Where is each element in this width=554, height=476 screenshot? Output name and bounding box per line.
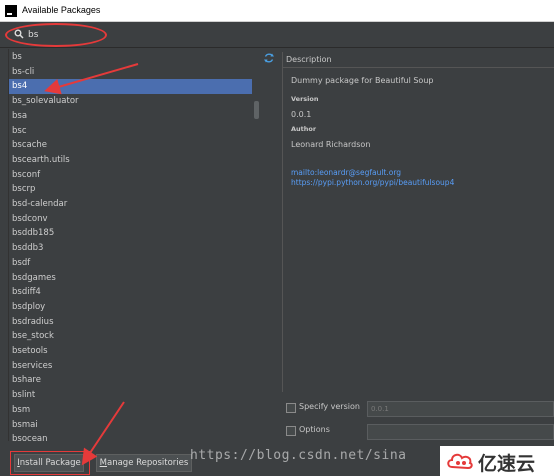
author-value: Leonard Richardson	[291, 140, 371, 149]
pycharm-icon	[5, 5, 17, 17]
install-label: nstall Package	[19, 458, 81, 468]
window-title: Available Packages	[22, 5, 101, 15]
options-input[interactable]	[367, 424, 554, 440]
manage-repositories-button[interactable]: Manage Repositories	[96, 454, 192, 472]
package-list-item[interactable]: bsc	[9, 124, 261, 139]
description-header: Description	[283, 52, 554, 68]
description-panel: Description Dummy package for Beautiful …	[282, 52, 554, 392]
package-list-item[interactable]: bsddb3	[9, 241, 261, 256]
title-bar: Available Packages	[0, 0, 554, 22]
package-list-item[interactable]: bs_solevaluator	[9, 94, 261, 109]
watermark-url: https://blog.csdn.net/sina	[190, 448, 407, 463]
package-list-item[interactable]: bshare	[9, 373, 261, 388]
search-box[interactable]	[10, 26, 104, 44]
search-row	[0, 22, 554, 48]
search-icon[interactable]	[14, 29, 24, 39]
specify-version-label: Specify version	[299, 402, 360, 411]
package-list-item[interactable]: bscache	[9, 138, 261, 153]
left-gutter	[0, 49, 9, 441]
pypi-link[interactable]: https://pypi.python.org/pypi/beautifulso…	[291, 178, 454, 187]
package-list-item[interactable]: bservices	[9, 359, 261, 374]
author-email-link[interactable]: mailto:leonardr@segfault.org	[291, 168, 401, 177]
package-list-item[interactable]: bsmai	[9, 418, 261, 433]
package-list-item[interactable]: bse_stock	[9, 329, 261, 344]
package-list-item[interactable]: bsocean	[9, 432, 261, 441]
brand-text: 亿速云	[478, 453, 536, 475]
package-list-item[interactable]: bsm	[9, 403, 261, 418]
brand-badge: 亿速云	[440, 446, 554, 476]
install-package-button[interactable]: Install Package	[14, 454, 84, 472]
package-list-item[interactable]: bscrp	[9, 182, 261, 197]
version-value: 0.0.1	[291, 110, 312, 119]
version-select[interactable]: 0.0.1	[367, 401, 554, 417]
package-summary: Dummy package for Beautiful Soup	[291, 76, 434, 85]
package-list-item[interactable]: bsdploy	[9, 300, 261, 315]
scrollbar-thumb[interactable]	[254, 101, 259, 119]
manage-label: anage Repositories	[107, 458, 189, 468]
package-list-item[interactable]: bsdgames	[9, 271, 261, 286]
package-list-item[interactable]: bsa	[9, 109, 261, 124]
options-label: Options	[299, 425, 330, 434]
options-row: Options	[286, 424, 554, 440]
package-list-item[interactable]: bs	[9, 50, 261, 65]
search-input[interactable]	[28, 27, 98, 43]
package-list-item[interactable]: bscearth.utils	[9, 153, 261, 168]
package-list-item[interactable]: bsetools	[9, 344, 261, 359]
package-list-item[interactable]: bsd-calendar	[9, 197, 261, 212]
package-list-item[interactable]: bsdiff4	[9, 285, 261, 300]
package-list[interactable]: bs bs-cli bs4 bs_solevaluator bsa bsc bscache b…	[9, 49, 261, 441]
package-list-item[interactable]: bsconf	[9, 168, 261, 183]
cloud-logo-icon	[447, 453, 473, 470]
description-header-label: Description	[286, 55, 332, 64]
package-list-item[interactable]: bsddb185	[9, 226, 261, 241]
specify-version-checkbox[interactable]	[286, 403, 296, 413]
options-checkbox[interactable]	[286, 426, 296, 436]
package-list-item[interactable]: bsdf	[9, 256, 261, 271]
package-list-item[interactable]: bsdconv	[9, 212, 261, 227]
package-list-item[interactable]: bslint	[9, 388, 261, 403]
package-list-item[interactable]: bsdradius	[9, 315, 261, 330]
package-list-item[interactable]: bs4	[9, 79, 261, 95]
package-list-item[interactable]: bs-cli	[9, 65, 261, 80]
manage-mnemonic: M	[99, 458, 107, 468]
refresh-icon[interactable]	[263, 52, 275, 64]
author-label: Author	[291, 125, 317, 133]
specify-version-row: Specify version 0.0.1	[286, 401, 554, 417]
version-label: Version	[291, 95, 319, 103]
